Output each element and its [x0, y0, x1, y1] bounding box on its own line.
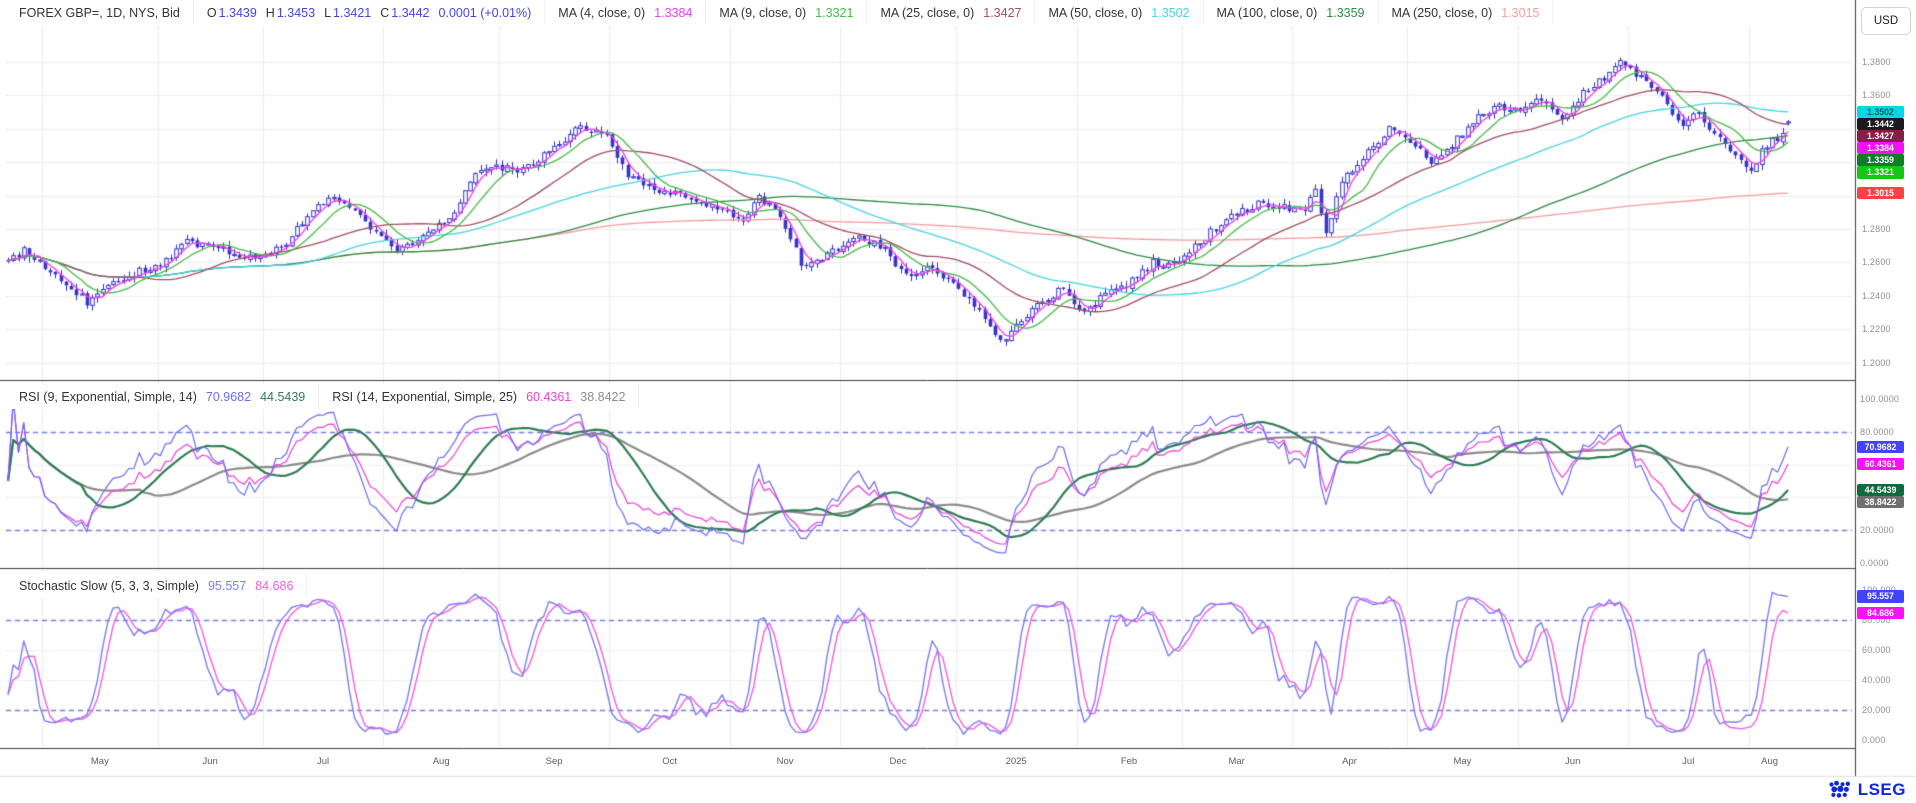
legend-ma-100[interactable]: MA (100, close, 0) 1.3359: [1204, 0, 1379, 25]
ma-4-value: 1.3384: [654, 6, 692, 20]
time-axis-label: Aug: [433, 756, 450, 767]
price-axis-badge: 1.3427: [1857, 130, 1904, 143]
legend-rsi-14[interactable]: RSI (14, Exponential, Simple, 25) 60.436…: [319, 384, 639, 409]
time-axis-label: Sep: [546, 756, 563, 767]
rsi-axis-tick: 100.0000: [1860, 394, 1899, 404]
stoch-axis-tick: 60.000: [1862, 645, 1891, 655]
rsi-9-label: RSI (9, Exponential, Simple, 14): [19, 390, 197, 404]
high-label: H: [266, 6, 275, 20]
open-label: O: [207, 6, 217, 20]
stochastic-legend: Stochastic Slow (5, 3, 3, Simple) 95.557…: [6, 573, 307, 598]
price-axis-tick: 1.2800: [1862, 224, 1891, 234]
time-axis-label: Nov: [777, 756, 794, 767]
instrument-title-cell[interactable]: FOREX GBP=, 1D, NYS, Bid: [6, 0, 194, 25]
rsi-14-fast-value: 60.4361: [526, 390, 571, 404]
ma-100-value: 1.3359: [1326, 6, 1364, 20]
rsi-axis-tick: 0.0000: [1860, 558, 1889, 568]
price-axis-badge: 1.3442: [1857, 118, 1904, 131]
open-value: 1.3439: [219, 6, 257, 20]
stoch-axis-tick: 0.000: [1862, 735, 1886, 745]
price-axis-tick: 1.3800: [1862, 57, 1891, 67]
price-axis-tick: 1.2200: [1862, 324, 1891, 334]
time-axis-label: Jun: [1565, 756, 1580, 767]
ma-50-label: MA (50, close, 0): [1048, 6, 1142, 20]
rsi-axis-tick: 20.0000: [1860, 525, 1894, 535]
stoch-axis-badge: 95.557: [1857, 590, 1904, 603]
main-legend: FOREX GBP=, 1D, NYS, Bid O1.3439 H1.3453…: [6, 0, 1553, 25]
ma-100-label: MA (100, close, 0): [1217, 6, 1318, 20]
price-axis-badge: 1.3015: [1857, 187, 1904, 200]
price-axis-tick: 1.2600: [1862, 257, 1891, 267]
time-axis-label: Dec: [890, 756, 907, 767]
ma-25-label: MA (25, close, 0): [880, 6, 974, 20]
time-axis-label: Mar: [1228, 756, 1244, 767]
legend-ma-4[interactable]: MA (4, close, 0) 1.3384: [545, 0, 706, 25]
rsi-axis-badge: 70.9682: [1857, 441, 1904, 454]
change-value: 0.0001 (+0.01%): [439, 6, 532, 20]
legend-ma-25[interactable]: MA (25, close, 0) 1.3427: [867, 0, 1035, 25]
time-axis-label: Jul: [317, 756, 329, 767]
time-axis-label: May: [1453, 756, 1471, 767]
currency-axis-button[interactable]: USD: [1861, 7, 1911, 35]
high-value: 1.3453: [277, 6, 315, 20]
rsi-14-slow-value: 38.8422: [580, 390, 625, 404]
time-axis-label: Jun: [202, 756, 217, 767]
price-axis-badge: 1.3384: [1857, 142, 1904, 155]
time-axis-label: Oct: [662, 756, 677, 767]
close-value: 1.3442: [391, 6, 429, 20]
rsi-9-fast-value: 70.9682: [206, 390, 251, 404]
rsi-axis-tick: 80.0000: [1860, 427, 1894, 437]
ma-9-value: 1.3321: [815, 6, 853, 20]
price-axis-tick: 1.3600: [1862, 90, 1891, 100]
low-value: 1.3421: [333, 6, 371, 20]
stochastic-d-value: 84.686: [255, 579, 293, 593]
lseg-logo-text: LSEG: [1858, 780, 1906, 800]
stoch-axis-tick: 40.000: [1862, 675, 1891, 685]
time-axis-label: May: [91, 756, 109, 767]
price-axis-badge: 1.3359: [1857, 154, 1904, 167]
stoch-axis-badge: 84.686: [1857, 607, 1904, 620]
ma-4-label: MA (4, close, 0): [558, 6, 645, 20]
close-label: C: [380, 6, 389, 20]
ma-250-value: 1.3015: [1501, 6, 1539, 20]
fx-chart-window: 1.3800 1.3600 1.2800 1.2600 1.2400 1.2200 1.20…: [0, 0, 1916, 803]
low-label: L: [324, 6, 331, 20]
legend-stochastic[interactable]: Stochastic Slow (5, 3, 3, Simple) 95.557…: [6, 573, 307, 598]
stoch-axis-tick: 20.000: [1862, 705, 1891, 715]
legend-rsi-9[interactable]: RSI (9, Exponential, Simple, 14) 70.9682…: [6, 384, 319, 409]
rsi-axis-badge: 38.8422: [1857, 496, 1904, 509]
rsi-axis-badge: 44.5439: [1857, 484, 1904, 497]
ma-50-value: 1.3502: [1151, 6, 1189, 20]
time-axis-label: Aug: [1761, 756, 1778, 767]
rsi-legend: RSI (9, Exponential, Simple, 14) 70.9682…: [6, 384, 639, 409]
time-axis-label: Jul: [1682, 756, 1694, 767]
ma-25-value: 1.3427: [983, 6, 1021, 20]
legend-ma-50[interactable]: MA (50, close, 0) 1.3502: [1035, 0, 1203, 25]
stochastic-label: Stochastic Slow (5, 3, 3, Simple): [19, 579, 199, 593]
time-axis-label: Apr: [1342, 756, 1357, 767]
ohlc-readout[interactable]: O1.3439 H1.3453 L1.3421 C1.3442 0.0001 (…: [194, 0, 545, 25]
stochastic-k-value: 95.557: [208, 579, 246, 593]
rsi-14-label: RSI (14, Exponential, Simple, 25): [332, 390, 517, 404]
time-axis-label: 2025: [1006, 756, 1027, 767]
rsi-axis-badge: 60.4361: [1857, 458, 1904, 471]
legend-ma-9[interactable]: MA (9, close, 0) 1.3321: [706, 0, 867, 25]
price-axis-tick: 1.2000: [1862, 358, 1891, 368]
lseg-lion-icon: [1827, 780, 1853, 800]
ma-9-label: MA (9, close, 0): [719, 6, 806, 20]
lseg-logo: LSEG: [1827, 780, 1906, 800]
price-axis-badge: 1.3321: [1857, 166, 1904, 179]
price-axis-badge: 1.3502: [1857, 106, 1904, 119]
rsi-9-slow-value: 44.5439: [260, 390, 305, 404]
price-axis-tick: 1.2400: [1862, 291, 1891, 301]
legend-ma-250[interactable]: MA (250, close, 0) 1.3015: [1379, 0, 1554, 25]
ma-250-label: MA (250, close, 0): [1392, 6, 1493, 20]
time-axis-label: Feb: [1121, 756, 1137, 767]
instrument-title: FOREX GBP=, 1D, NYS, Bid: [19, 6, 180, 20]
